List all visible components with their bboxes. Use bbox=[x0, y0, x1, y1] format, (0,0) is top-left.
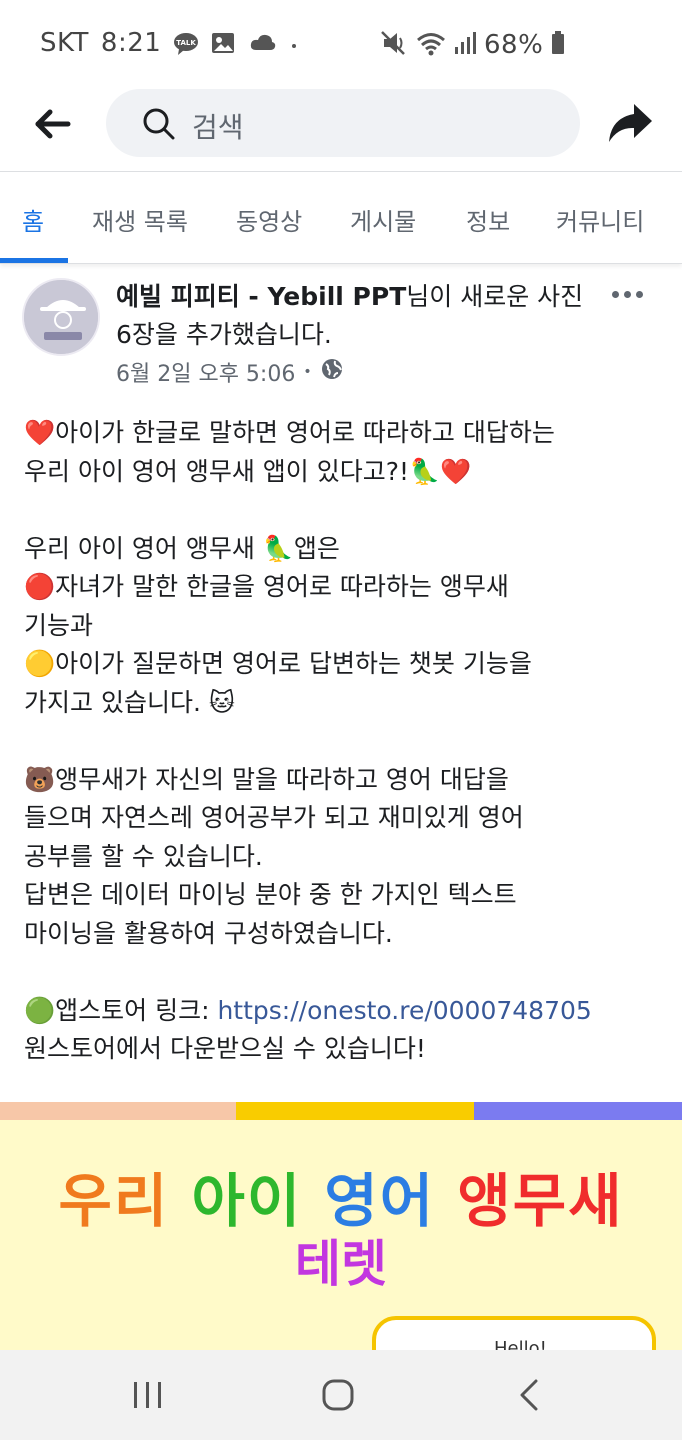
image-subtitle: 테렛 bbox=[295, 1235, 387, 1293]
stripe-peach bbox=[0, 1102, 236, 1120]
appstore-link[interactable]: https://onesto.re/0000748705 bbox=[217, 996, 591, 1025]
page-name-link[interactable]: 예빌 피피티 - Yebill PPT bbox=[116, 282, 406, 311]
tab-videos[interactable]: 동영상 bbox=[236, 202, 302, 237]
post-line: 공부를 할 수 있습니다. bbox=[24, 841, 263, 871]
post-line: 우리 아이 영어 앵무새 앱이 있다고?!🦜❤️ bbox=[24, 456, 472, 486]
tab-home[interactable]: 홈 bbox=[22, 202, 44, 237]
recent-apps-button[interactable] bbox=[128, 1378, 168, 1412]
post-line: 마이닝을 활용하여 구성하였습니다. bbox=[24, 918, 393, 948]
post-line: 들으며 자연스레 영어공부가 되고 재미있게 영어 bbox=[24, 803, 524, 832]
back-button[interactable] bbox=[508, 1378, 548, 1412]
post-meta: 6월 2일 오후 5:06 • bbox=[116, 356, 344, 388]
more-dot-icon bbox=[612, 290, 619, 298]
status-bar: SKT 8:21 TALK 68% bbox=[0, 0, 682, 84]
post-photo[interactable]: 우리 아이 영어 앵무새 테렛 Hello! bbox=[0, 1102, 682, 1352]
back-arrow-button[interactable] bbox=[30, 104, 74, 144]
stripe-yellow bbox=[236, 1102, 474, 1120]
page-tabs: 홈 재생 목록 동영상 게시물 정보 커뮤니티 bbox=[0, 172, 682, 264]
post-line: 답변은 데이터 마이닝 분야 중 한 가지인 텍스트 bbox=[24, 880, 517, 909]
post-line: 🟡아이가 질문하면 영어로 답변하는 챗봇 기능을 bbox=[24, 649, 532, 678]
battery-percent: 68% bbox=[484, 30, 544, 60]
back-arrow-icon bbox=[35, 109, 71, 139]
post-date[interactable]: 6월 2일 오후 5:06 bbox=[116, 356, 295, 388]
signal-icon bbox=[454, 31, 476, 59]
cloud-icon bbox=[249, 32, 276, 54]
kakaotalk-icon: TALK bbox=[173, 32, 199, 55]
post-header-text: 예빌 피피티 - Yebill PPT님이 새로운 사진 6장을 추가했습니다. bbox=[116, 278, 596, 354]
post-line-empty bbox=[24, 491, 674, 530]
post-line: 우리 아이 영어 앵무새 🦜앱은 bbox=[24, 533, 340, 563]
share-button[interactable] bbox=[606, 102, 654, 146]
recent-apps-icon bbox=[134, 1382, 161, 1408]
svg-text:TALK: TALK bbox=[177, 39, 197, 47]
active-tab-indicator bbox=[0, 258, 68, 263]
post-line: 원스토어에서 다운받으실 수 있습니다! bbox=[24, 1034, 426, 1063]
home-icon bbox=[322, 1379, 354, 1411]
clock: 8:21 bbox=[100, 28, 162, 58]
tab-playlists[interactable]: 재생 목록 bbox=[92, 202, 188, 237]
stripe-purple bbox=[474, 1102, 682, 1120]
tab-community[interactable]: 커뮤니티 bbox=[556, 202, 644, 237]
home-button[interactable] bbox=[318, 1378, 358, 1412]
tab-posts[interactable]: 게시물 bbox=[350, 202, 416, 237]
tab-about[interactable]: 정보 bbox=[466, 202, 510, 237]
share-arrow-icon bbox=[609, 104, 652, 142]
post-line-empty bbox=[24, 722, 674, 761]
post-link-label: 🟢앱스토어 링크: bbox=[24, 995, 218, 1025]
search-placeholder: 검색 bbox=[192, 111, 244, 144]
post-line: 기능과 bbox=[24, 610, 94, 640]
post-line-empty bbox=[24, 953, 674, 992]
meta-separator: • bbox=[303, 364, 312, 380]
post-line: 🐻앵무새가 자신의 말을 따라하고 영어 대답을 bbox=[24, 764, 509, 794]
system-nav-bar bbox=[0, 1350, 682, 1440]
search-icon bbox=[142, 107, 176, 141]
post-line: 가지고 있습니다. 🐱 bbox=[24, 687, 235, 717]
mute-icon bbox=[380, 30, 408, 60]
post-body: ❤️아이가 한글로 말하면 영어로 따라하고 대답하는 우리 아이 영어 앵무새… bbox=[24, 414, 674, 1069]
search-input[interactable]: 검색 bbox=[106, 89, 580, 157]
more-options-button[interactable] bbox=[612, 284, 652, 304]
speech-bubble: Hello! bbox=[372, 1316, 656, 1352]
search-header: 검색 bbox=[0, 84, 682, 172]
battery-icon bbox=[551, 31, 565, 59]
post-line: ❤️아이가 한글로 말하면 영어로 따라하고 대답하는 bbox=[24, 418, 555, 447]
gallery-icon bbox=[211, 32, 237, 54]
avatar[interactable] bbox=[22, 278, 100, 356]
wifi-icon bbox=[416, 30, 446, 60]
carrier-label: SKT bbox=[40, 28, 89, 58]
dot-icon bbox=[287, 32, 313, 54]
back-icon bbox=[520, 1379, 538, 1411]
page-logo-icon bbox=[24, 280, 98, 354]
globe-icon bbox=[320, 357, 344, 387]
post-link-line: 🟢앱스토어 링크: https://onesto.re/0000748705 bbox=[24, 992, 674, 1031]
post-line: 🔴자녀가 말한 한글을 영어로 따라하는 앵무새 bbox=[24, 572, 509, 601]
